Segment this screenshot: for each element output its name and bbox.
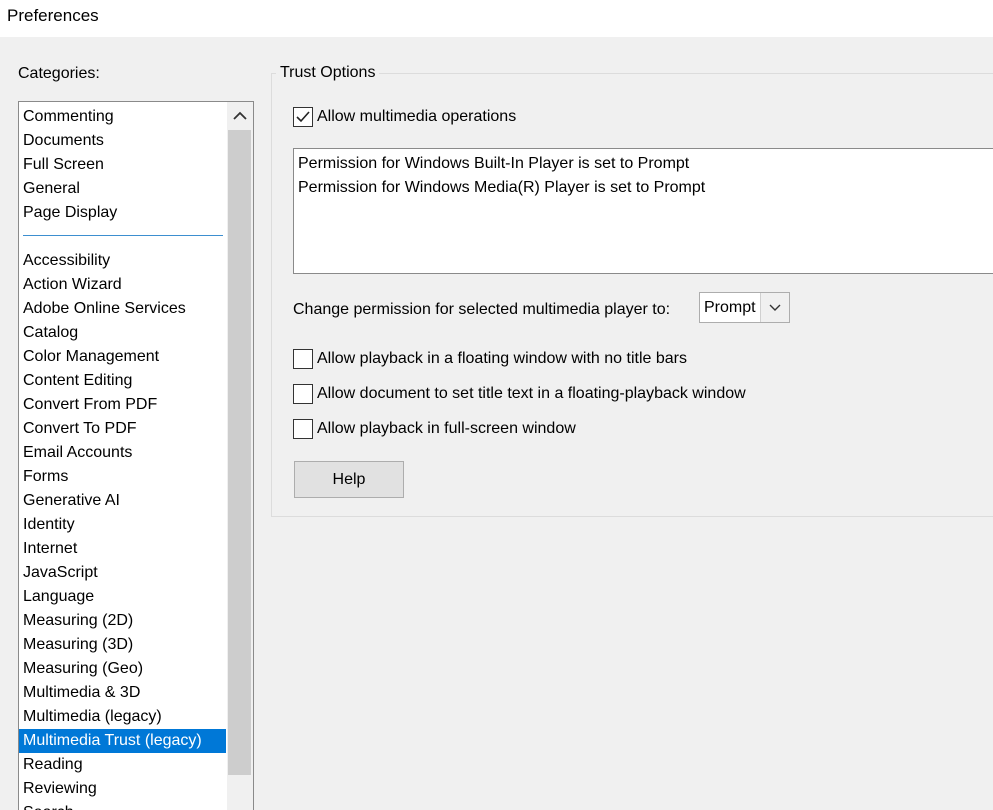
category-item[interactable]: Documents xyxy=(19,129,228,153)
category-item-selected[interactable]: Multimedia Trust (legacy) xyxy=(19,729,226,753)
category-item[interactable]: Measuring (3D) xyxy=(19,633,228,657)
category-item[interactable]: Forms xyxy=(19,465,228,489)
category-item[interactable]: Internet xyxy=(19,537,228,561)
title-text-label: Allow document to set title text in a fl… xyxy=(317,385,746,402)
categories-label: Categories: xyxy=(18,65,100,82)
category-item[interactable]: Generative AI xyxy=(19,489,228,513)
category-item[interactable]: Commenting xyxy=(19,105,228,129)
trust-options-title: Trust Options xyxy=(276,64,380,82)
category-item[interactable]: Measuring (Geo) xyxy=(19,657,228,681)
player-permissions-list[interactable]: Permission for Windows Built-In Player i… xyxy=(293,148,993,274)
category-item[interactable]: Multimedia (legacy) xyxy=(19,705,228,729)
floating-window-label: Allow playback in a floating window with… xyxy=(317,350,687,367)
permission-item[interactable]: Permission for Windows Media(R) Player i… xyxy=(298,176,993,200)
category-item[interactable]: Action Wizard xyxy=(19,273,228,297)
allow-multimedia-label: Allow multimedia operations xyxy=(317,108,517,125)
category-item[interactable]: Multimedia & 3D xyxy=(19,681,228,705)
full-screen-label: Allow playback in full-screen window xyxy=(317,420,576,437)
help-button[interactable]: Help xyxy=(294,461,404,498)
categories-items: Commenting Documents Full Screen General Pag… xyxy=(19,105,228,810)
category-item[interactable]: Language xyxy=(19,585,228,609)
category-item[interactable]: Search xyxy=(19,801,228,810)
floating-window-option[interactable]: Allow playback in a floating window with… xyxy=(293,349,687,369)
category-item[interactable]: Color Management xyxy=(19,345,228,369)
window-title: Preferences xyxy=(7,6,99,25)
category-item[interactable]: JavaScript xyxy=(19,561,228,585)
floating-window-checkbox[interactable] xyxy=(293,349,313,369)
category-item[interactable]: Page Display xyxy=(19,201,228,225)
permission-dropdown[interactable]: Prompt xyxy=(699,292,790,323)
allow-multimedia-checkbox-row[interactable]: Allow multimedia operations xyxy=(293,107,516,127)
category-item[interactable]: Measuring (2D) xyxy=(19,609,228,633)
category-item[interactable]: Full Screen xyxy=(19,153,228,177)
permission-dropdown-value: Prompt xyxy=(700,293,761,322)
title-text-checkbox[interactable] xyxy=(293,384,313,404)
category-item[interactable]: Convert From PDF xyxy=(19,393,228,417)
scroll-up-icon[interactable] xyxy=(227,102,253,130)
category-separator xyxy=(19,225,228,249)
full-screen-option[interactable]: Allow playback in full-screen window xyxy=(293,419,576,439)
category-item[interactable]: Content Editing xyxy=(19,369,228,393)
category-item[interactable]: Reviewing xyxy=(19,777,228,801)
category-item[interactable]: Email Accounts xyxy=(19,441,228,465)
category-item[interactable]: Reading xyxy=(19,753,228,777)
category-item[interactable]: Convert To PDF xyxy=(19,417,228,441)
category-item[interactable]: Catalog xyxy=(19,321,228,345)
category-item[interactable]: Accessibility xyxy=(19,249,228,273)
categories-list[interactable]: Commenting Documents Full Screen General Pag… xyxy=(18,101,254,810)
trust-options-group: Trust Options xyxy=(271,64,993,517)
category-item[interactable]: Identity xyxy=(19,513,228,537)
permission-item[interactable]: Permission for Windows Built-In Player i… xyxy=(298,152,993,176)
full-screen-checkbox[interactable] xyxy=(293,419,313,439)
title-bar: Preferences xyxy=(0,0,993,37)
title-text-option[interactable]: Allow document to set title text in a fl… xyxy=(293,384,746,404)
change-permission-label: Change permission for selected multimedi… xyxy=(293,301,671,318)
allow-multimedia-checkbox[interactable] xyxy=(293,107,313,127)
category-item[interactable]: Adobe Online Services xyxy=(19,297,228,321)
scroll-thumb[interactable] xyxy=(228,130,251,775)
category-item[interactable]: General xyxy=(19,177,228,201)
checkmark-icon xyxy=(296,111,310,123)
categories-scrollbar[interactable] xyxy=(227,102,253,810)
chevron-down-icon xyxy=(761,304,789,312)
